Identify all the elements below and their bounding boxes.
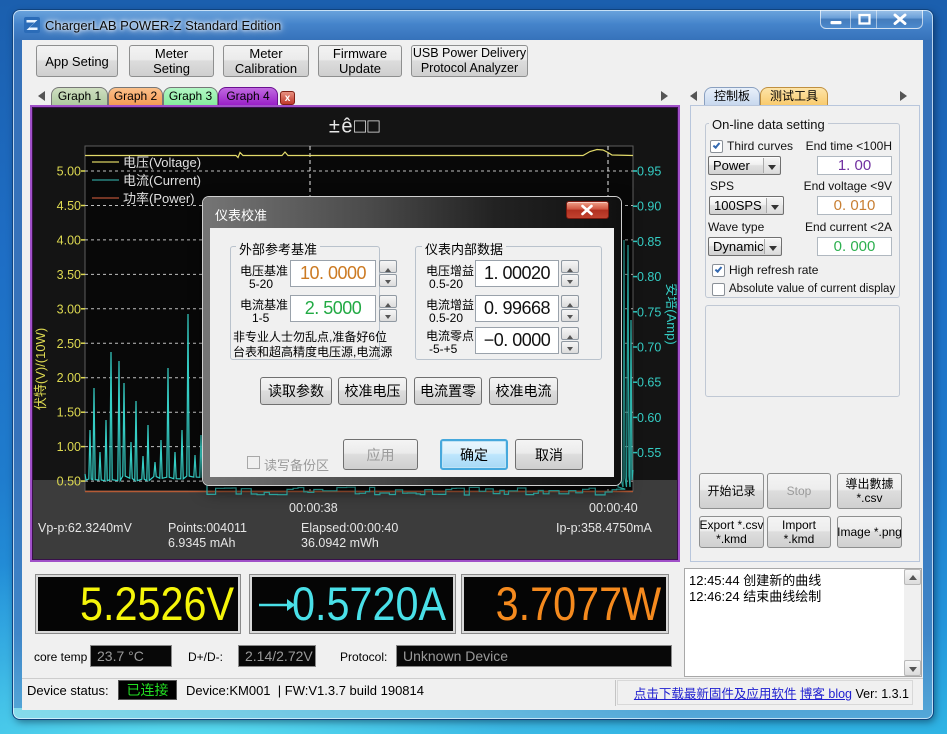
svg-text:功率(Power): 功率(Power): [123, 191, 195, 206]
svg-text:5.00: 5.00: [57, 165, 81, 179]
svg-text:伏特(V)/(10W): 伏特(V)/(10W): [33, 328, 48, 410]
svg-text:36.0942 mWh: 36.0942 mWh: [301, 536, 379, 550]
svg-text:Vp-p:62.3240mV: Vp-p:62.3240mV: [38, 521, 132, 535]
svg-text:4.50: 4.50: [57, 199, 81, 213]
svg-text:00:00:38: 00:00:38: [289, 501, 338, 515]
svg-text:0.75: 0.75: [637, 305, 661, 319]
svg-text:0.85: 0.85: [637, 235, 661, 249]
svg-text:1.00: 1.00: [57, 440, 81, 454]
svg-text:0.80: 0.80: [637, 270, 661, 284]
svg-text:0.50: 0.50: [57, 475, 81, 489]
svg-text:3.50: 3.50: [57, 268, 81, 282]
svg-text:电流(Current): 电流(Current): [123, 173, 201, 188]
svg-text:Elapsed:00:00:40: Elapsed:00:00:40: [301, 521, 398, 535]
svg-text:Ip-p:358.4750mA: Ip-p:358.4750mA: [556, 521, 653, 535]
svg-text:2.50: 2.50: [57, 337, 81, 351]
svg-text:电压(Voltage): 电压(Voltage): [123, 155, 201, 170]
svg-text:6.9345 mAh: 6.9345 mAh: [168, 536, 235, 550]
svg-text:Points:004011: Points:004011: [168, 521, 247, 535]
svg-text:0.55: 0.55: [637, 446, 661, 460]
svg-text:3.00: 3.00: [57, 302, 81, 316]
svg-text:0.90: 0.90: [637, 200, 661, 214]
svg-text:0.65: 0.65: [637, 376, 661, 390]
svg-text:±ê□□: ±ê□□: [329, 116, 381, 138]
svg-text:0.60: 0.60: [637, 411, 661, 425]
svg-text:00:00:40: 00:00:40: [589, 501, 638, 515]
svg-text:0.95: 0.95: [637, 165, 661, 179]
svg-text:安培(Amp): 安培(Amp): [664, 283, 677, 344]
svg-text:1.50: 1.50: [57, 406, 81, 420]
svg-text:0.70: 0.70: [637, 341, 661, 355]
svg-text:2.00: 2.00: [57, 371, 81, 385]
svg-text:4.00: 4.00: [57, 233, 81, 247]
